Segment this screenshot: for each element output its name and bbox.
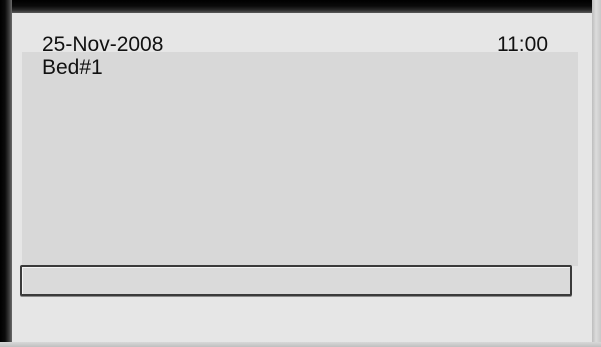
bezel-bottom	[0, 342, 601, 347]
monitor-panel	[22, 52, 578, 266]
device-frame: 25-Nov-2008 Bed#1 11:00	[0, 0, 601, 347]
bezel-top	[0, 0, 601, 13]
date-display: 25-Nov-2008	[42, 33, 164, 56]
status-message-bar	[20, 265, 572, 296]
bezel-right	[592, 0, 601, 347]
time-display: 11:00	[497, 33, 548, 56]
bezel-left	[0, 0, 12, 347]
bed-label: Bed#1	[42, 56, 103, 79]
